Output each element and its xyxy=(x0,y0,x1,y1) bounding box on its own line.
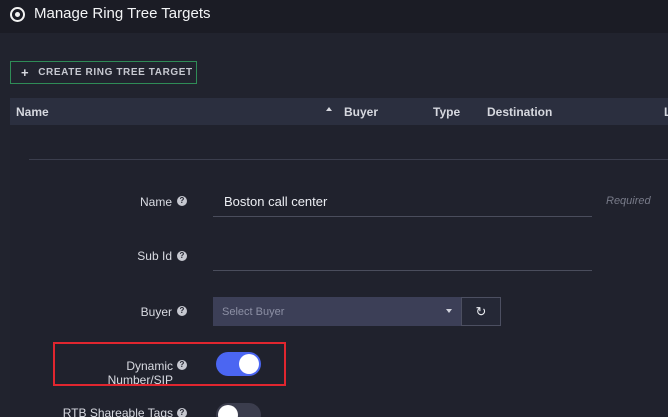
plus-icon: + xyxy=(21,65,30,80)
name-input[interactable]: Boston call center xyxy=(213,186,592,217)
table-header: Name Buyer Type Destination L xyxy=(10,98,668,125)
name-label: Name xyxy=(139,195,172,209)
refresh-icon: ↻ xyxy=(475,304,487,319)
sort-ascending-icon[interactable] xyxy=(326,107,332,111)
target-icon xyxy=(10,7,25,22)
help-icon[interactable]: ? xyxy=(177,251,187,261)
toggle-knob xyxy=(218,405,238,417)
buyer-label: Buyer xyxy=(140,305,172,319)
dynamic-number-toggle[interactable] xyxy=(216,352,261,376)
title-bar: Manage Ring Tree Targets xyxy=(0,0,668,33)
required-hint: Required xyxy=(606,195,651,207)
sub-id-input[interactable] xyxy=(213,240,592,271)
help-icon[interactable]: ? xyxy=(177,306,187,316)
toggle-knob xyxy=(239,354,259,374)
column-header-truncated[interactable]: L xyxy=(664,105,668,119)
help-icon[interactable]: ? xyxy=(177,360,187,370)
help-icon[interactable]: ? xyxy=(177,196,187,206)
page-title: Manage Ring Tree Targets xyxy=(34,5,211,22)
column-header-name[interactable]: Name xyxy=(16,105,49,119)
refresh-buyers-button[interactable]: ↻ xyxy=(461,297,501,326)
buyer-select-placeholder: Select Buyer xyxy=(222,306,285,318)
divider xyxy=(29,159,668,160)
column-header-type[interactable]: Type xyxy=(433,105,460,119)
rtb-shareable-tags-toggle[interactable] xyxy=(216,403,261,417)
rtb-shareable-tags-label: RTB Shareable Tags xyxy=(62,406,173,417)
create-button-label: CREATE RING TREE TARGET xyxy=(38,67,193,78)
sub-id-label: Sub Id xyxy=(137,249,172,263)
column-header-destination[interactable]: Destination xyxy=(487,105,552,119)
dynamic-number-label: Dynamic Number/SIP xyxy=(107,359,173,387)
chevron-down-icon xyxy=(446,309,452,313)
help-icon[interactable]: ? xyxy=(177,408,187,417)
create-ring-tree-target-button[interactable]: + CREATE RING TREE TARGET xyxy=(10,61,197,84)
buyer-select[interactable]: Select Buyer xyxy=(213,297,461,326)
column-header-buyer[interactable]: Buyer xyxy=(344,105,378,119)
